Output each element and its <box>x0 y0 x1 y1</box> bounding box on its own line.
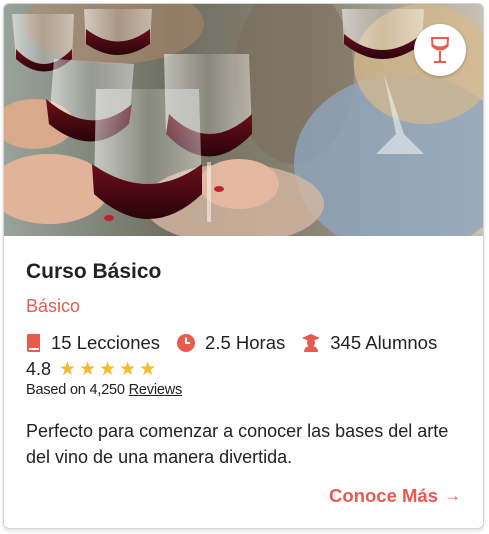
duration-label: 2.5 Horas <box>205 332 286 353</box>
reviews-summary: Based on 4,250 Reviews <box>26 382 182 398</box>
wine-badge <box>414 24 466 76</box>
star-rating: ★ ★ ★ ★ ★ <box>59 360 159 379</box>
lessons-label: 15 Lecciones <box>51 332 161 353</box>
course-title: Curso Básico <box>26 260 162 283</box>
duration: 2.5 Horas <box>176 332 285 354</box>
course-card: Curso Básico Básico 15 Lecciones 2.5 Hor… <box>3 3 484 529</box>
star-icon: ★ <box>59 358 77 380</box>
learn-more-link[interactable]: Conoce Más → <box>329 485 461 507</box>
star-icon: ★ <box>79 358 97 380</box>
clock-icon <box>177 334 196 352</box>
arrow-right-icon: → <box>444 486 461 505</box>
course-level: Básico <box>26 296 81 316</box>
reviews-link[interactable]: Reviews <box>129 382 183 398</box>
rating-value: 4.8 <box>26 358 52 379</box>
students-label: 345 Alumnos <box>330 332 438 353</box>
star-icon: ★ <box>119 358 137 380</box>
course-meta: 15 Lecciones 2.5 Horas 345 Alumnos <box>26 331 453 355</box>
learn-more-label: Conoce Más <box>329 485 438 506</box>
star-icon: ★ <box>139 358 157 380</box>
book-icon <box>27 334 40 352</box>
lessons-count: 15 Lecciones <box>26 332 160 354</box>
student-icon <box>302 334 321 352</box>
students-count: 345 Alumnos <box>301 332 437 354</box>
course-image <box>4 4 483 236</box>
rating: 4.8 ★ ★ ★ ★ ★ <box>26 357 159 381</box>
wine-glass-icon <box>430 37 450 63</box>
course-description: Perfecto para comenzar a conocer las bas… <box>26 421 449 467</box>
star-icon: ★ <box>99 358 117 380</box>
reviews-count: Based on 4,250 <box>26 382 125 398</box>
